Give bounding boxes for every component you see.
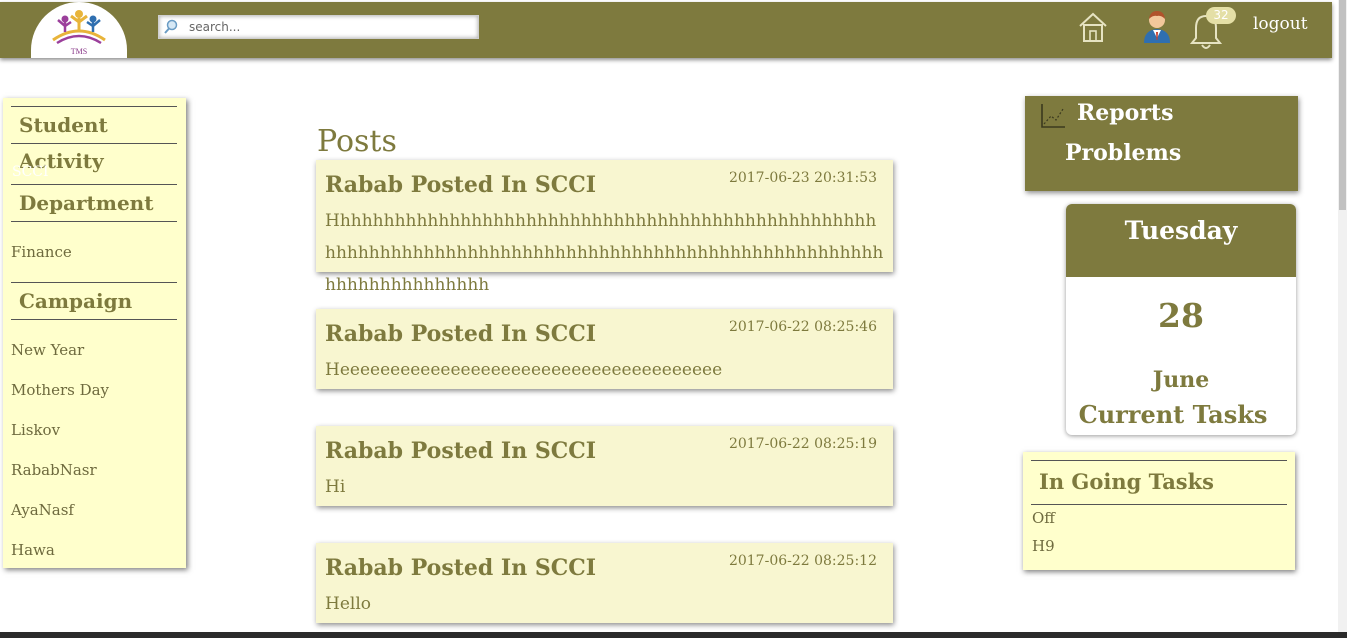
post-body: Hi <box>325 477 346 497</box>
reports-panel: Reports Problems <box>1025 96 1298 191</box>
sidebar-item-rababnasr[interactable]: RababNasr <box>11 461 97 479</box>
sidebar-item-ayanasf[interactable]: AyaNasf <box>11 501 74 519</box>
post-card[interactable]: Rabab Posted In SCCI 2017-06-22 08:25:12… <box>316 543 893 623</box>
post-author: Rabab Posted In SCCI <box>325 438 597 464</box>
post-body: Hhhhhhhhhhhhhhhhhhhhhhhhhhhhhhhhhhhhhhhh… <box>325 211 884 295</box>
post-timestamp: 2017-06-22 08:25:46 <box>728 319 877 335</box>
logo-text: TMS <box>70 47 88 56</box>
post-timestamp: 2017-06-23 20:31:53 <box>728 170 877 186</box>
logout-link[interactable]: logout <box>1253 14 1308 34</box>
post-body: Heeeeeeeeeeeeeeeeeeeeeeeeeeeeeeeeeeeeee <box>325 360 723 380</box>
sidebar-item-scci[interactable]: SCCI <box>12 164 49 180</box>
scrollbar-thumb[interactable] <box>1339 0 1346 210</box>
page-title: Posts <box>317 124 397 159</box>
search-box[interactable] <box>158 15 479 39</box>
reports-link[interactable]: Reports <box>1077 100 1173 126</box>
ingoing-tasks-heading: In Going Tasks <box>1031 460 1287 505</box>
calendar-month: June <box>1152 367 1210 393</box>
post-timestamp: 2017-06-22 08:25:12 <box>728 553 877 569</box>
search-input[interactable] <box>189 18 469 36</box>
sidebar-item-new-year[interactable]: New Year <box>11 341 84 359</box>
current-tasks-link[interactable]: Current Tasks <box>1066 400 1280 429</box>
calendar-header: Tuesday <box>1066 204 1296 277</box>
post-timestamp: 2017-06-22 08:25:19 <box>728 436 877 452</box>
sidebar-heading-department: Department <box>11 184 177 222</box>
left-sidebar: Student Activity SCCI Department Finance… <box>3 98 186 568</box>
sidebar-heading-campaign: Campaign <box>11 282 177 320</box>
search-icon <box>164 19 178 34</box>
top-navbar: TMS <box>0 2 1332 58</box>
sidebar-item-finance[interactable]: Finance <box>11 243 72 261</box>
page-scrollbar[interactable] <box>1338 0 1347 632</box>
sidebar-item-hawa[interactable]: Hawa <box>11 541 55 559</box>
ingoing-tasks-panel: In Going Tasks Off H9 <box>1023 452 1295 570</box>
post-author: Rabab Posted In SCCI <box>325 172 597 198</box>
tms-logo[interactable]: TMS <box>31 2 127 58</box>
chart-axis-icon <box>1041 104 1065 128</box>
calendar-date: 28 <box>1158 296 1204 335</box>
sidebar-item-mothers-day[interactable]: Mothers Day <box>11 381 109 399</box>
post-author: Rabab Posted In SCCI <box>325 321 597 347</box>
problems-link[interactable]: Problems <box>1065 140 1181 166</box>
sidebar-heading-student-activity: Student Activity <box>11 106 177 173</box>
post-author: Rabab Posted In SCCI <box>325 555 597 581</box>
taskbar-edge <box>0 632 1347 638</box>
calendar-widget: Tuesday 28 June Current Tasks <box>1066 204 1296 435</box>
task-item[interactable]: Off <box>1032 509 1055 527</box>
task-item[interactable]: H9 <box>1032 537 1055 555</box>
post-card[interactable]: Rabab Posted In SCCI 2017-06-23 20:31:53… <box>316 160 893 295</box>
notification-count-badge: 32 <box>1206 7 1236 24</box>
post-card[interactable]: Rabab Posted In SCCI 2017-06-22 08:25:46… <box>316 309 893 389</box>
post-card[interactable]: Rabab Posted In SCCI 2017-06-22 08:25:19… <box>316 426 893 506</box>
calendar-weekday: Tuesday <box>1124 216 1238 245</box>
logo-figures-icon <box>52 10 106 45</box>
sidebar-item-liskov[interactable]: Liskov <box>11 421 60 439</box>
user-profile-icon[interactable] <box>1141 8 1173 44</box>
post-body: Hello <box>325 594 371 614</box>
home-icon[interactable] <box>1076 10 1110 44</box>
